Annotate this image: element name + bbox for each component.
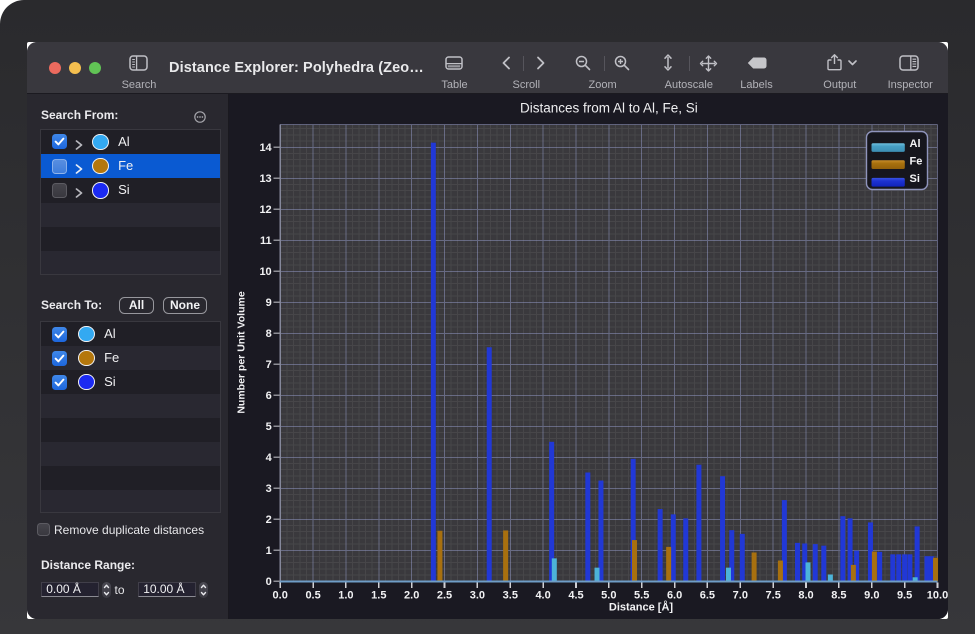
svg-text:Distance [Å]: Distance [Å]	[608, 600, 673, 613]
svg-text:2.5: 2.5	[436, 589, 451, 601]
svg-text:12: 12	[259, 204, 271, 216]
svg-text:6.0: 6.0	[666, 589, 681, 601]
svg-text:5.5: 5.5	[634, 589, 649, 601]
svg-text:4.5: 4.5	[568, 589, 583, 601]
svg-text:14: 14	[259, 142, 272, 154]
svg-text:Fe: Fe	[909, 155, 922, 167]
svg-text:10: 10	[259, 266, 271, 278]
svg-text:7: 7	[265, 359, 271, 371]
svg-text:Distances from Al to Al, Fe, S: Distances from Al to Al, Fe, Si	[519, 100, 697, 115]
svg-text:8.0: 8.0	[798, 589, 813, 601]
svg-text:Si: Si	[909, 173, 919, 185]
svg-text:9.5: 9.5	[896, 589, 911, 601]
svg-text:Al: Al	[909, 138, 920, 150]
svg-text:0.5: 0.5	[305, 589, 320, 601]
svg-text:9: 9	[265, 297, 271, 309]
svg-text:2: 2	[265, 514, 271, 526]
svg-text:6: 6	[265, 390, 271, 402]
svg-text:6.5: 6.5	[699, 589, 714, 601]
svg-text:5: 5	[265, 421, 271, 433]
svg-text:9.0: 9.0	[864, 589, 879, 601]
svg-text:8: 8	[265, 328, 271, 340]
svg-text:8.5: 8.5	[831, 589, 846, 601]
svg-text:4.0: 4.0	[535, 589, 550, 601]
svg-text:3.5: 3.5	[502, 589, 517, 601]
svg-text:1: 1	[265, 545, 271, 557]
svg-text:11: 11	[260, 235, 272, 247]
svg-text:2.0: 2.0	[404, 589, 419, 601]
svg-text:3: 3	[265, 483, 271, 495]
svg-text:1.0: 1.0	[338, 589, 353, 601]
svg-text:3.0: 3.0	[469, 589, 484, 601]
svg-text:1.5: 1.5	[371, 589, 386, 601]
svg-text:4: 4	[265, 452, 272, 464]
svg-text:0.0: 0.0	[272, 589, 287, 601]
svg-text:0: 0	[265, 576, 271, 588]
svg-text:5.0: 5.0	[601, 589, 616, 601]
svg-text:13: 13	[259, 173, 271, 185]
svg-text:7.0: 7.0	[732, 589, 747, 601]
svg-text:7.5: 7.5	[765, 589, 780, 601]
svg-text:10.0: 10.0	[926, 589, 947, 601]
svg-text:Number per Unit Volume: Number per Unit Volume	[235, 291, 247, 413]
